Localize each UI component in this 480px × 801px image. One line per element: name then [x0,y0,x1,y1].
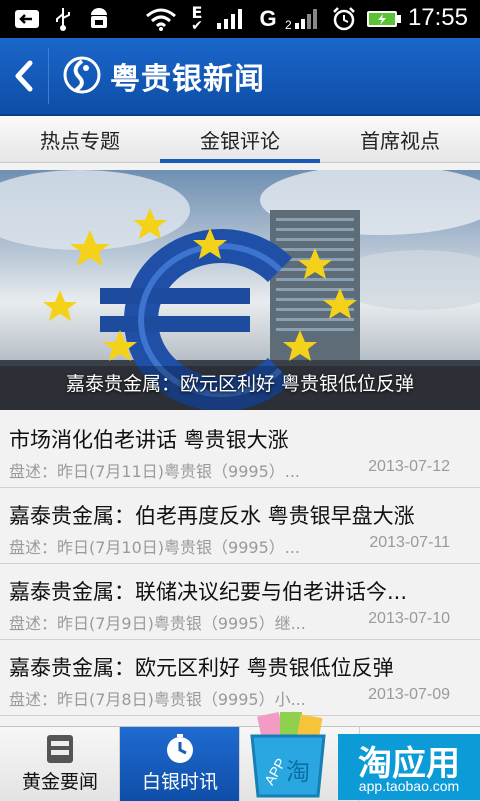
taobao-app-promo[interactable]: APP 淘 淘应用 app.taobao.com [240,702,480,800]
news-date: 2013-07-10 [368,610,450,627]
svg-text:2: 2 [285,18,292,31]
nav-gold-news[interactable]: 黄金要闻 [0,727,120,801]
tab-bar: 热点专题 金银评论 首席视点 [0,116,480,163]
news-summary: 盘述：昨日(7月11日)粤贵银（9995）... [9,462,301,481]
news-item[interactable]: 嘉泰贵金属：联储决议纪要与伯老讲话今... 盘述：昨日(7月9日)粤贵银（999… [0,564,480,640]
news-date: 2013-07-12 [368,458,450,475]
news-title: 市场消化伯老讲话 粤贵银大涨 [9,428,289,452]
news-title: 嘉泰贵金属：联储决议纪要与伯老讲话今... [9,580,408,604]
news-summary: 盘述：昨日(7月9日)粤贵银（9995）继... [9,614,306,633]
divider [48,48,49,104]
status-bar: E ✔ G 2 17:55 [0,0,480,38]
usb-icon [50,6,76,32]
news-title: 嘉泰贵金属：伯老再度反水 粤贵银早盘大涨 [9,504,415,528]
banner-caption: 嘉泰贵金属：欧元区利好 粤贵银低位反弹 [65,373,415,395]
clock-icon [167,734,193,763]
nav-label: 白银时讯 [141,771,218,793]
g-network-icon: G [259,6,277,31]
news-list: 市场消化伯老讲话 粤贵银大涨 盘述：昨日(7月11日)粤贵银（9995）... … [0,412,480,716]
battery-charging-icon [366,6,402,32]
document-icon [47,735,73,763]
back-arrow-icon [12,6,42,32]
news-summary: 盘述：昨日(7月10日)粤贵银（9995）... [9,538,301,557]
news-date: 2013-07-11 [369,534,450,551]
app-title: 粤贵银新闻 [110,62,265,97]
tab-chief-viewpoint[interactable]: 首席视点 [320,116,480,162]
android-icon [86,6,112,32]
wifi-icon [144,6,178,32]
featured-banner[interactable]: 嘉泰贵金属：欧元区利好 粤贵银低位反弹 [0,170,480,410]
news-item[interactable]: 嘉泰贵金属：伯老再度反水 粤贵银早盘大涨 盘述：昨日(7月10日)粤贵银（999… [0,488,480,564]
signal-bars-2-icon: 2 [284,6,324,32]
nav-label: 黄金要闻 [21,771,98,793]
alarm-icon [330,6,358,32]
shopping-bag-icon: APP 淘 [250,712,326,798]
news-title: 嘉泰贵金属：欧元区利好 粤贵银低位反弹 [9,656,394,680]
back-button[interactable] [0,38,48,114]
tab-hot-topics[interactable]: 热点专题 [0,116,160,162]
tab-gold-silver-commentary[interactable]: 金银评论 [160,116,320,163]
signal-bars-icon [214,6,248,32]
promo-url: app.taobao.com [358,778,460,794]
nav-silver-news[interactable]: 白银时讯 [120,727,240,801]
app-bar: 粤贵银新闻 [0,38,480,116]
bag-char: 淘 [286,758,310,786]
promo-brand: 淘应用 app.taobao.com [338,734,480,800]
chevron-left-icon [15,60,33,92]
news-item[interactable]: 市场消化伯老讲话 粤贵银大涨 盘述：昨日(7月11日)粤贵银（9995）... … [0,412,480,488]
swirl-logo-icon [62,55,102,95]
edge-signal-icon: E ✔ [191,3,203,34]
status-time: 17:55 [407,4,468,31]
